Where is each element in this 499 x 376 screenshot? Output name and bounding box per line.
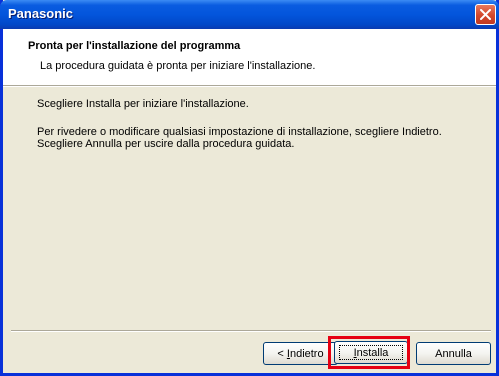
wizard-header: Pronta per l'installazione del programma… xyxy=(3,29,496,85)
page-title: Pronta per l'installazione del programma xyxy=(28,40,241,52)
cancel-button[interactable]: Annulla xyxy=(416,342,491,365)
back-label: < Indietro xyxy=(277,347,324,360)
instruction-text: Scegliere Installa per iniziare l'instal… xyxy=(37,98,249,110)
footer-divider xyxy=(11,330,491,332)
close-button[interactable] xyxy=(475,4,496,25)
window-title: Panasonic xyxy=(8,6,74,21)
install-highlight-box xyxy=(328,336,410,369)
help-text: Per rivedere o modificare qualsiasi impo… xyxy=(37,126,442,150)
title-bar[interactable]: Panasonic xyxy=(0,0,499,29)
installer-window: Panasonic Pronta per l'installazione del… xyxy=(0,0,499,376)
back-button[interactable]: < Indietro xyxy=(263,342,338,365)
close-icon xyxy=(480,9,491,20)
page-subtitle: La procedura guidata è pronta per inizia… xyxy=(40,60,316,72)
header-divider xyxy=(3,85,496,87)
